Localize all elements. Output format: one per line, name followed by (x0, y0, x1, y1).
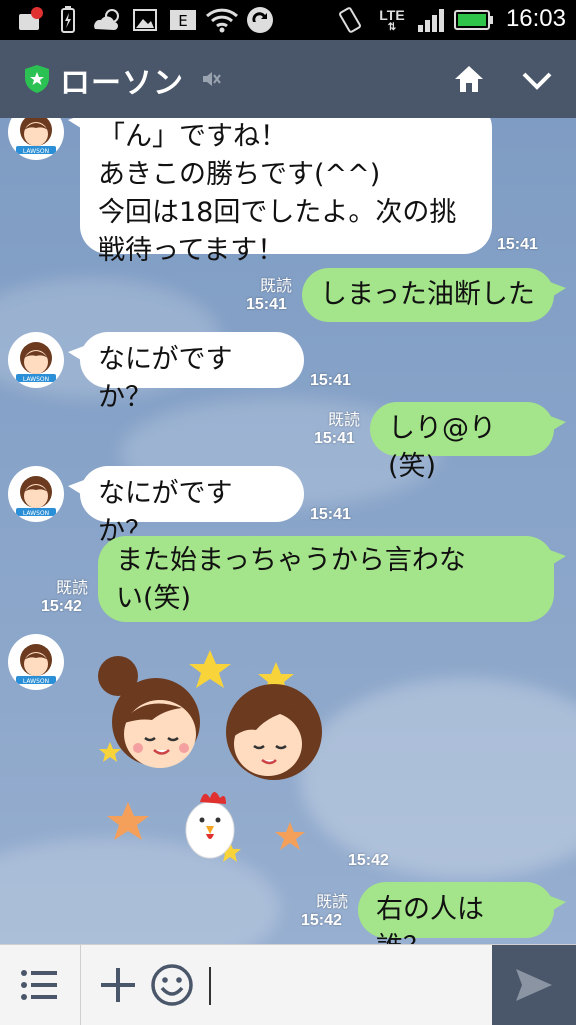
home-icon[interactable] (450, 60, 488, 98)
divider (80, 945, 81, 1025)
message-text: しり@り(笑) (388, 413, 496, 482)
input-bar (0, 944, 576, 1025)
read-receipt: 既読 (259, 276, 292, 295)
read-receipt: 既読 (55, 578, 88, 597)
read-receipt: 既読 (327, 410, 360, 429)
svg-text:LAWSON: LAWSON (23, 376, 49, 383)
read-receipt: 既読 (315, 892, 348, 911)
plus-icon[interactable] (98, 965, 138, 1005)
svg-text:LAWSON: LAWSON (23, 678, 49, 685)
message-time: 15:42 (41, 598, 82, 615)
sticker-image[interactable] (90, 642, 340, 872)
status-bar: E LTE ⇅ 16:03 (0, 0, 576, 40)
text-cursor (209, 967, 211, 1005)
message-input[interactable] (206, 953, 486, 1017)
message-time: 15:42 (301, 912, 342, 929)
message-text: 右の人は誰？ (376, 894, 484, 944)
notification-icon (14, 6, 46, 34)
message-time: 15:41 (310, 506, 351, 523)
send-icon (516, 969, 552, 1001)
message-bubble-received[interactable]: なにがですか？ (68, 332, 304, 413)
message-line: 「ん」ですね！ (98, 121, 287, 152)
app-icon: E (168, 6, 198, 34)
avatar[interactable]: LAWSON (8, 634, 64, 690)
wifi-icon (204, 6, 240, 34)
message-line: 今回は18回でしたよ。次の挑 (98, 197, 457, 228)
message-line: あきこの勝ちです(^^) (98, 159, 381, 190)
message-bubble-received[interactable]: なにがですか？ (68, 466, 304, 547)
message-line: い(笑) (116, 583, 192, 614)
network-type: LTE ⇅ (379, 7, 405, 33)
svg-text:E: E (178, 12, 187, 30)
avatar[interactable]: LAWSON (8, 466, 64, 522)
message-text: しまった油断した (320, 279, 535, 310)
menu-icon[interactable] (20, 967, 60, 1003)
message-time: 15:42 (348, 852, 389, 869)
message-bubble-received[interactable]: 「ん」ですね！ あきこの勝ちです(^^) 今回は18回でしたよ。次の挑 戦待って… (68, 118, 492, 266)
emoji-icon[interactable] (150, 963, 194, 1007)
clock: 16:03 (505, 5, 566, 32)
sync-icon (244, 6, 276, 34)
message-line: 戦待ってます！ (98, 235, 285, 266)
chevron-down-icon[interactable] (518, 62, 556, 100)
signal-icon (414, 6, 448, 34)
message-bubble-sent[interactable]: また始まっちゃうから言わな い(笑) (98, 536, 566, 622)
message-bubble-sent[interactable]: 右の人は誰？ (358, 882, 566, 944)
chat-header: ローソン (0, 40, 576, 118)
shield-star-icon (24, 64, 50, 94)
message-bubble-sent[interactable]: しり@り(笑) (370, 402, 566, 482)
message-time: 15:41 (310, 372, 351, 389)
message-time: 15:41 (246, 296, 287, 313)
svg-text:LAWSON: LAWSON (23, 510, 49, 517)
chat-title: ローソン (60, 66, 184, 101)
rotation-icon (334, 6, 366, 34)
message-bubble-sent[interactable]: しまった油断した (302, 268, 566, 322)
chat-area[interactable]: LAWSON 「ん」ですね！ あきこの勝ちです(^^) 今回は18回でしたよ。次… (0, 118, 576, 944)
avatar[interactable]: LAWSON (8, 332, 64, 388)
message-time: 15:41 (314, 430, 355, 447)
weather-icon (90, 6, 124, 34)
gallery-icon (130, 6, 160, 34)
message-line: また始まっちゃうから言わな (116, 545, 466, 576)
battery-charging-icon (56, 6, 80, 34)
mute-icon (200, 68, 222, 90)
avatar[interactable]: LAWSON (8, 118, 64, 160)
send-button[interactable] (492, 945, 576, 1025)
svg-text:LAWSON: LAWSON (23, 148, 49, 155)
network-label: LTE (379, 7, 405, 23)
battery-icon (454, 6, 494, 34)
message-time: 15:41 (497, 236, 538, 253)
